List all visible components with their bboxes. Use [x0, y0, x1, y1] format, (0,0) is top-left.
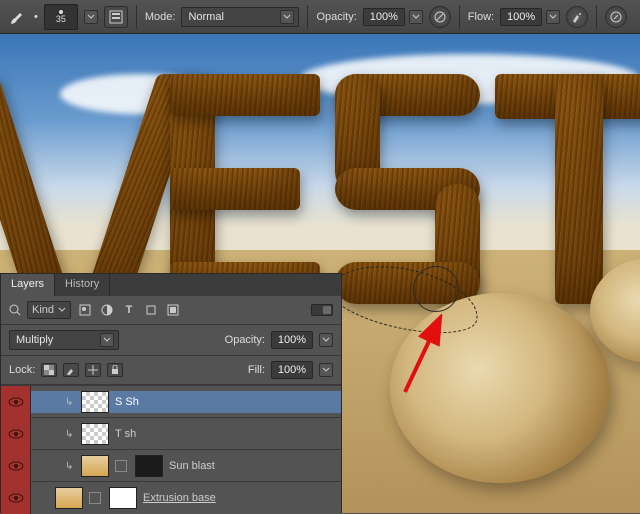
layer-blend-mode-dropdown[interactable]: Multiply: [9, 330, 119, 350]
airbrush-icon[interactable]: [566, 6, 588, 28]
mask-thumbnail[interactable]: [135, 455, 163, 477]
layer-row[interactable]: Extrusion base: [1, 481, 341, 513]
lock-position-icon[interactable]: [85, 363, 101, 377]
brush-tool-icon[interactable]: [6, 6, 28, 28]
visibility-toggle[interactable]: [1, 450, 31, 482]
separator: [459, 5, 460, 29]
letter-v: [0, 74, 165, 304]
mode-label: Mode:: [145, 11, 176, 23]
layer-name[interactable]: S Sh: [115, 396, 139, 408]
fill-label: Fill:: [248, 364, 265, 376]
layer-opacity-flyout[interactable]: [319, 333, 333, 347]
layer-name[interactable]: Extrusion base: [143, 492, 216, 504]
brush-preset-picker[interactable]: 35: [44, 4, 78, 30]
brush-tip-dot: [59, 10, 63, 14]
layer-thumbnail[interactable]: [55, 487, 83, 509]
filter-shape-icon[interactable]: [143, 302, 159, 318]
tablet-pressure-icon[interactable]: [605, 6, 627, 28]
filter-pixel-icon[interactable]: [77, 302, 93, 318]
clip-indicator-icon: ↳: [65, 397, 75, 408]
search-icon: [9, 304, 21, 316]
filter-smart-icon[interactable]: [165, 302, 181, 318]
layer-list: ↳ S Sh ↳ T sh ↳ Sun blast: [1, 385, 341, 513]
mask-link-icon[interactable]: [115, 460, 127, 472]
lock-label: Lock:: [9, 364, 35, 376]
brush-cursor: [413, 266, 459, 312]
visibility-toggle[interactable]: [1, 482, 31, 514]
opacity-input[interactable]: 100%: [363, 8, 405, 26]
layer-row[interactable]: ↳ S Sh: [1, 385, 341, 417]
layer-opacity-input[interactable]: 100%: [271, 331, 313, 349]
eye-icon: [8, 429, 24, 439]
eye-icon: [8, 461, 24, 471]
chevron-down-icon: [100, 333, 114, 347]
lock-all-icon[interactable]: [107, 363, 123, 377]
layer-name[interactable]: T sh: [115, 428, 136, 440]
layer-thumbnail[interactable]: [81, 391, 109, 413]
blend-mode-value: Normal: [188, 11, 223, 23]
blend-mode-dropdown[interactable]: Normal: [181, 7, 299, 27]
opacity-label: Opacity:: [316, 11, 356, 23]
fill-flyout[interactable]: [319, 363, 333, 377]
visibility-toggle[interactable]: [1, 386, 31, 418]
brush-panel-toggle-icon[interactable]: [104, 6, 128, 28]
layer-thumbnail[interactable]: [81, 423, 109, 445]
brush-size-value: 35: [56, 15, 66, 24]
fill-input[interactable]: 100%: [271, 361, 313, 379]
brush-options-bar: • 35 Mode: Normal Opacity: 100% Flow: 10…: [0, 0, 640, 34]
chevron-down-icon: [280, 10, 294, 24]
separator: [136, 5, 137, 29]
layer-row[interactable]: ↳ T sh: [1, 417, 341, 449]
layer-name[interactable]: Sun blast: [169, 460, 215, 472]
dot-icon: •: [34, 11, 38, 23]
filter-kind-value: Kind: [32, 304, 54, 316]
flow-label: Flow:: [468, 11, 494, 23]
clip-indicator-icon: ↳: [65, 461, 75, 472]
chevron-down-icon: [58, 306, 66, 314]
lock-pixels-icon[interactable]: [63, 363, 79, 377]
letter-e: [170, 74, 320, 304]
tab-history[interactable]: History: [55, 274, 110, 296]
brush-preset-flyout[interactable]: [84, 10, 98, 24]
filter-toggle[interactable]: [311, 304, 333, 316]
flow-flyout[interactable]: [546, 10, 560, 24]
layer-opacity-label: Opacity:: [225, 334, 265, 346]
separator: [307, 5, 308, 29]
lock-transparency-icon[interactable]: [41, 363, 57, 377]
flow-input[interactable]: 100%: [500, 8, 542, 26]
filter-kind-dropdown[interactable]: Kind: [27, 301, 71, 319]
panel-tabs: Layers History: [1, 274, 341, 296]
filter-adjustment-icon[interactable]: [99, 302, 115, 318]
blend-row: Multiply Opacity: 100%: [1, 325, 341, 356]
tab-layers[interactable]: Layers: [1, 274, 55, 296]
visibility-toggle[interactable]: [1, 418, 31, 450]
lock-row: Lock: Fill: 100%: [1, 356, 341, 385]
eye-icon: [8, 397, 24, 407]
pressure-opacity-icon[interactable]: [429, 6, 451, 28]
opacity-flyout[interactable]: [409, 10, 423, 24]
mask-thumbnail[interactable]: [109, 487, 137, 509]
mask-link-icon[interactable]: [89, 492, 101, 504]
filter-row: Kind T: [1, 296, 341, 325]
eye-icon: [8, 493, 24, 503]
clip-indicator-icon: ↳: [65, 429, 75, 440]
layers-panel: Layers History Kind T Multiply Opacity: …: [0, 273, 342, 513]
layer-blend-mode-value: Multiply: [16, 334, 53, 346]
layer-thumbnail[interactable]: [81, 455, 109, 477]
layer-row[interactable]: ↳ Sun blast: [1, 449, 341, 481]
separator: [596, 5, 597, 29]
filter-type-icon[interactable]: T: [121, 302, 137, 318]
